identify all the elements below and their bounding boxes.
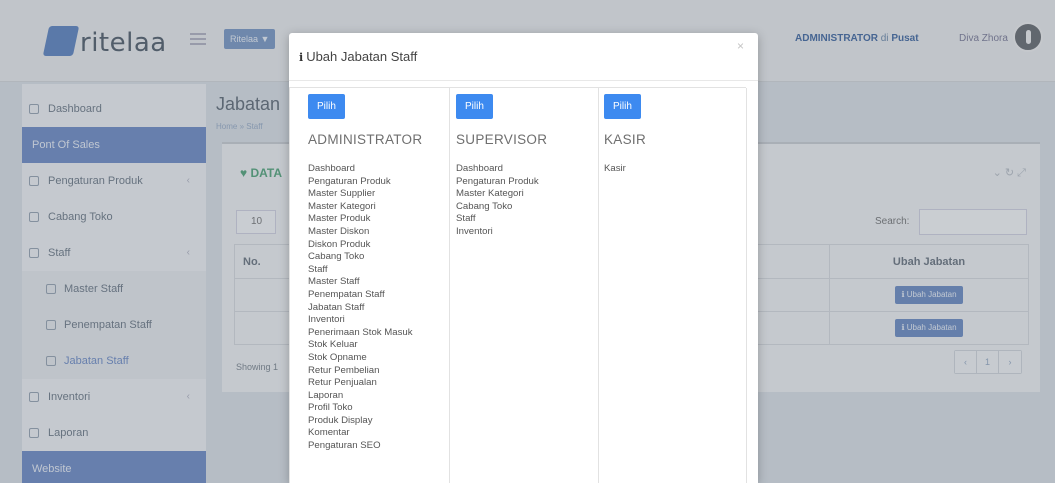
permission-item: Master Staff <box>308 276 360 288</box>
permission-item: Penempatan Staff <box>308 288 385 300</box>
role-name: KASIR <box>604 132 647 147</box>
permission-list: Dashboard Pengaturan Produk Master Supplie… <box>308 163 449 453</box>
role-name: SUPERVISOR <box>456 132 548 147</box>
ubah-jabatan-modal: i Ubah Jabatan Staff × Pilih ADMINISTRATO… <box>289 33 758 483</box>
permission-item: Master Produk <box>308 213 371 225</box>
permission-item: Master Kategori <box>456 188 524 200</box>
permission-item: Cabang Toko <box>456 200 513 212</box>
pilih-supervisor-button[interactable]: Pilih <box>456 94 493 119</box>
pilih-administrator-button[interactable]: Pilih <box>308 94 345 119</box>
permission-item: Inventori <box>308 314 345 326</box>
close-icon[interactable]: × <box>737 39 744 53</box>
role-column-administrator: Pilih ADMINISTRATOR Dashboard Pengaturan … <box>290 88 450 483</box>
permission-item: Produk Display <box>308 414 373 426</box>
permission-item: Pengaturan Produk <box>308 175 391 187</box>
roles-grid: Pilih ADMINISTRATOR Dashboard Pengaturan … <box>289 87 747 483</box>
permission-item: Retur Pembelian <box>308 364 380 376</box>
modal-header: i Ubah Jabatan Staff × <box>289 33 758 81</box>
permission-item: Master Diskon <box>308 225 370 237</box>
permission-item: Staff <box>456 213 476 225</box>
permission-item: Profil Toko <box>308 402 353 414</box>
pilih-kasir-button[interactable]: Pilih <box>604 94 641 119</box>
permission-item: Kasir <box>604 163 626 174</box>
modal-title: i Ubah Jabatan Staff <box>299 49 418 64</box>
permission-list: Kasir <box>604 163 746 176</box>
permission-item: Dashboard <box>456 163 503 174</box>
permission-item: Laporan <box>308 389 344 401</box>
permission-item: Komentar <box>308 427 350 439</box>
permission-item: Retur Penjualan <box>308 377 377 389</box>
permission-item: Jabatan Staff <box>308 301 365 313</box>
permission-item: Pengaturan SEO <box>308 440 381 452</box>
permission-item: Dashboard <box>308 163 355 174</box>
role-column-supervisor: Pilih SUPERVISOR Dashboard Pengaturan Pro… <box>450 88 599 483</box>
permission-item: Stok Keluar <box>308 339 358 351</box>
permission-item: Staff <box>308 263 328 275</box>
role-name: ADMINISTRATOR <box>308 132 423 147</box>
permission-item: Cabang Toko <box>308 251 365 263</box>
permission-item: Pengaturan Produk <box>456 175 539 187</box>
permission-item: Diskon Produk <box>308 238 371 250</box>
permission-item: Master Supplier <box>308 188 376 200</box>
permission-item: Stok Opname <box>308 351 367 363</box>
info-icon: i <box>299 51 304 64</box>
permission-item: Penerimaan Stok Masuk <box>308 326 413 338</box>
permission-list: Dashboard Pengaturan Produk Master Kategor… <box>456 163 598 239</box>
role-column-kasir: Pilih KASIR Kasir <box>599 88 747 483</box>
permission-item: Inventori <box>456 225 493 237</box>
permission-item: Master Kategori <box>308 200 376 212</box>
